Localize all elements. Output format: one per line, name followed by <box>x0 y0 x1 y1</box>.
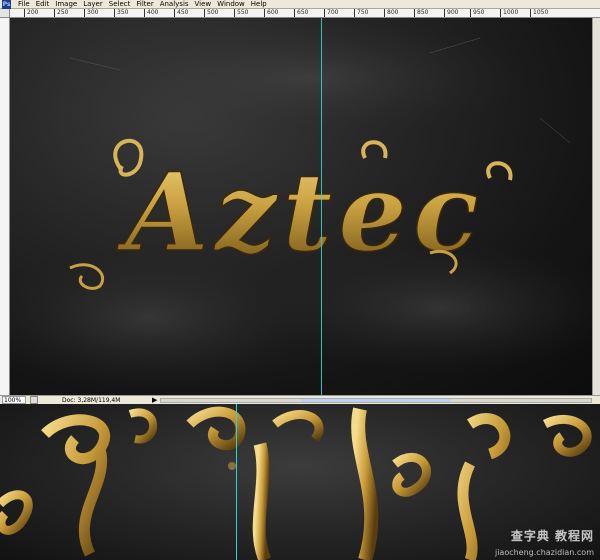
ruler-tick: 650 <box>294 9 308 17</box>
zoom-level-input[interactable]: 100% <box>2 396 26 404</box>
status-bar: 100% Doc: 3,28M/119,4M ▶ <box>0 395 600 404</box>
menu-help[interactable]: Help <box>248 0 270 9</box>
document-canvas[interactable]: Aztec <box>10 18 600 395</box>
ruler-tick: 200 <box>24 9 38 17</box>
ruler-tick: 300 <box>84 9 98 17</box>
status-menu-arrow-icon[interactable]: ▶ <box>152 396 157 404</box>
ruler-left[interactable] <box>0 18 10 395</box>
guide-line-zoom[interactable] <box>236 404 237 560</box>
ruler-top[interactable]: 200 250 300 350 400 450 500 550 600 650 … <box>0 9 600 18</box>
ruler-tick: 1000 <box>500 9 518 17</box>
menu-analysis[interactable]: Analysis <box>157 0 192 9</box>
ruler-tick: 450 <box>174 9 188 17</box>
ruler-tick: 1050 <box>530 9 548 17</box>
ruler-tick: 350 <box>114 9 128 17</box>
menu-edit[interactable]: Edit <box>33 0 53 9</box>
watermark-url: jiaocheng.chazidian.com <box>494 548 594 557</box>
menu-select[interactable]: Select <box>106 0 134 9</box>
ruler-tick: 550 <box>234 9 248 17</box>
vertical-scrollbar[interactable] <box>592 18 600 395</box>
menu-image[interactable]: Image <box>52 0 80 9</box>
photoshop-logo-icon[interactable]: Ps <box>2 0 11 9</box>
horizontal-scroll-thumb[interactable] <box>301 399 451 402</box>
status-info-icon[interactable] <box>30 396 38 404</box>
ruler-corner[interactable] <box>0 9 10 18</box>
aztec-artwork: Aztec <box>10 18 600 388</box>
menu-filter[interactable]: Filter <box>133 0 156 9</box>
ruler-tick: 750 <box>354 9 368 17</box>
ruler-tick: 600 <box>264 9 278 17</box>
document-size-info: Doc: 3,28M/119,4M <box>62 396 121 404</box>
ruler-tick: 400 <box>144 9 158 17</box>
artwork-text: Aztec <box>116 150 484 276</box>
menu-bar: Ps File Edit Image Layer Select Filter A… <box>0 0 600 9</box>
ruler-tick: 700 <box>324 9 338 17</box>
ruler-tick: 500 <box>204 9 218 17</box>
menu-view[interactable]: View <box>192 0 215 9</box>
guide-line[interactable] <box>321 18 322 395</box>
ruler-tick: 250 <box>54 9 68 17</box>
menu-window[interactable]: Window <box>214 0 248 9</box>
ruler-tick: 850 <box>414 9 428 17</box>
menu-file[interactable]: File <box>15 0 33 9</box>
ruler-tick: 800 <box>384 9 398 17</box>
horizontal-scrollbar[interactable] <box>160 398 592 403</box>
ruler-tick: 950 <box>470 9 484 17</box>
menu-layer[interactable]: Layer <box>80 0 106 9</box>
watermark-logo: 查字典 教程网 <box>510 529 594 543</box>
ruler-tick: 900 <box>444 9 458 17</box>
